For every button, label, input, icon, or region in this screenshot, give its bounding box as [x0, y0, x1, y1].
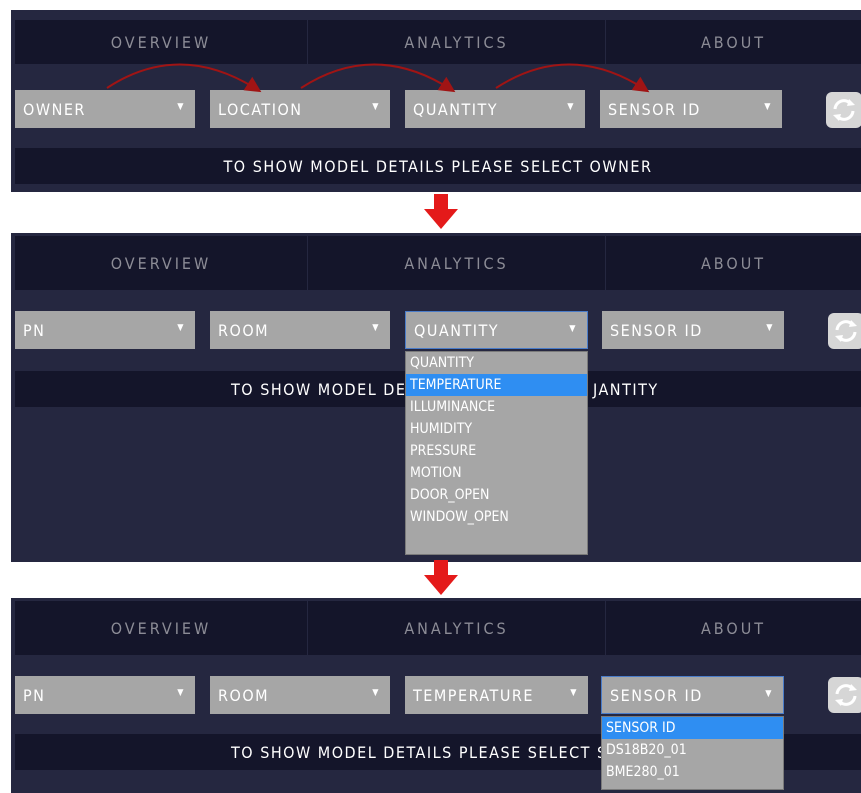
owner-select-label: PN: [23, 685, 46, 705]
location-select[interactable]: ROOM ▼: [210, 676, 390, 714]
dropdown-option-humidity[interactable]: HUMIDITY: [406, 418, 587, 440]
caret-down-icon: ▼: [372, 323, 380, 333]
panel-step-3: OVERVIEW ANALYTICS ABOUT PN ▼ ROOM ▼ TEM…: [11, 598, 861, 793]
location-select-label: ROOM: [218, 685, 270, 705]
status-message: TO SHOW MODEL DETAILS PLEASE SELECT OWNE…: [15, 148, 861, 184]
caret-down-icon: ▼: [177, 688, 185, 698]
quantity-select[interactable]: QUANTITY ▼: [405, 311, 588, 349]
refresh-icon: [835, 320, 857, 342]
dropdown-option-door-open[interactable]: DOOR_OPEN: [406, 484, 587, 506]
dropdown-option-pressure[interactable]: PRESSURE: [406, 440, 587, 462]
owner-select[interactable]: PN ▼: [15, 311, 195, 349]
owner-select-label: OWNER: [23, 99, 86, 119]
quantity-select[interactable]: TEMPERATURE ▼: [405, 676, 588, 714]
tab-overview[interactable]: OVERVIEW: [15, 601, 307, 655]
dropdown-option-illuminance[interactable]: ILLUMINANCE: [406, 396, 587, 418]
sensor-id-select[interactable]: SENSOR ID ▼: [601, 676, 784, 714]
tab-analytics[interactable]: ANALYTICS: [308, 236, 605, 290]
status-message-right: JANTITY: [593, 379, 659, 399]
curved-arrow-icon: [300, 63, 456, 93]
sensor-id-select[interactable]: SENSOR ID ▼: [602, 311, 784, 349]
dropdown-option-ds18b20-01[interactable]: DS18B20_01: [602, 739, 783, 761]
sensor-id-select-label: SENSOR ID: [610, 685, 703, 705]
tab-about[interactable]: ABOUT: [606, 601, 861, 655]
curved-arrows-overlay: [106, 63, 650, 93]
caret-down-icon: ▼: [177, 323, 185, 333]
quantity-select-label: TEMPERATURE: [413, 685, 534, 705]
location-select-label: ROOM: [218, 320, 270, 340]
caret-down-icon: ▼: [372, 688, 380, 698]
nav-tabs: OVERVIEW ANALYTICS ABOUT: [11, 598, 861, 660]
status-message-text: TO SHOW MODEL DETAILS PLEASE SELECT SEN: [231, 742, 631, 762]
dropdown-option-quantity[interactable]: QUANTITY: [406, 352, 587, 374]
refresh-icon: [835, 684, 857, 706]
sensor-id-select-label: SENSOR ID: [610, 320, 703, 340]
dropdown-option-bme280-01[interactable]: BME280_01: [602, 761, 783, 783]
caret-down-icon: ▼: [372, 102, 380, 112]
tab-analytics[interactable]: ANALYTICS: [308, 601, 605, 655]
refresh-button[interactable]: [828, 313, 861, 349]
caret-down-icon: ▼: [765, 689, 773, 699]
sensor-id-select-label: SENSOR ID: [608, 99, 701, 119]
curved-arrow-icon: [495, 63, 650, 93]
dropdown-option-window-open[interactable]: WINDOW_OPEN: [406, 506, 587, 528]
caret-down-icon: ▼: [569, 324, 577, 334]
curved-arrow-icon: [106, 63, 262, 93]
refresh-button[interactable]: [828, 677, 861, 713]
dropdown-option-sensor-id[interactable]: SENSOR ID: [602, 717, 783, 739]
quantity-select-label: QUANTITY: [413, 99, 499, 119]
caret-down-icon: ▼: [177, 102, 185, 112]
location-select[interactable]: ROOM ▼: [210, 311, 390, 349]
caret-down-icon: ▼: [567, 102, 575, 112]
quantity-dropdown-list: QUANTITY TEMPERATURE ILLUMINANCE HUMIDIT…: [405, 351, 588, 555]
owner-select[interactable]: PN ▼: [15, 676, 195, 714]
down-arrow-icon: [424, 194, 458, 229]
sensor-id-dropdown-list: SENSOR ID DS18B20_01 BME280_01: [601, 716, 784, 790]
owner-select-label: PN: [23, 320, 46, 340]
caret-down-icon: ▼: [570, 688, 578, 698]
status-message-left: TO SHOW MODEL DET: [231, 379, 417, 399]
down-arrow-icon: [424, 560, 458, 595]
caret-down-icon: ▼: [764, 102, 772, 112]
location-select-label: LOCATION: [218, 99, 303, 119]
tab-overview[interactable]: OVERVIEW: [15, 236, 307, 290]
tab-about[interactable]: ABOUT: [606, 236, 861, 290]
quantity-select-label: QUANTITY: [414, 320, 500, 340]
nav-tabs: OVERVIEW ANALYTICS ABOUT: [11, 233, 861, 295]
caret-down-icon: ▼: [766, 323, 774, 333]
dropdown-option-temperature[interactable]: TEMPERATURE: [406, 374, 587, 396]
panel-step-2: OVERVIEW ANALYTICS ABOUT PN ▼ ROOM ▼ QUA…: [11, 233, 861, 562]
dropdown-option-motion[interactable]: MOTION: [406, 462, 587, 484]
